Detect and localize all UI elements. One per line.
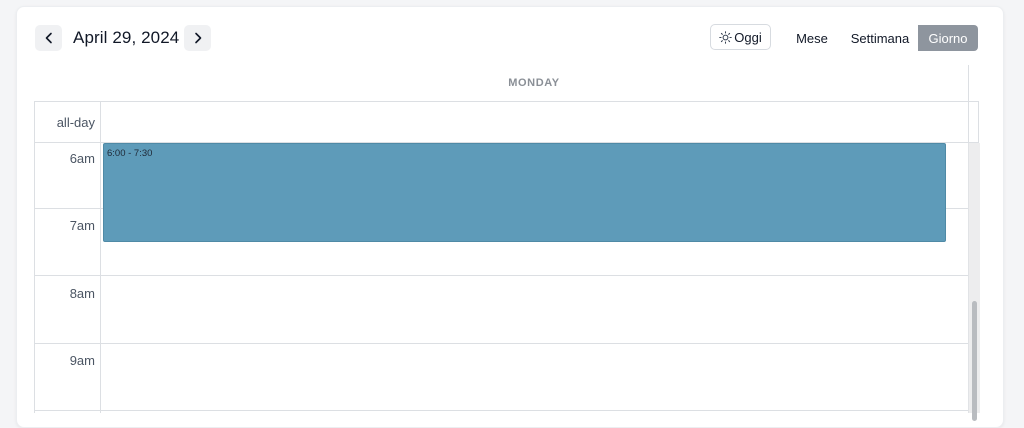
event-time: 6:00 - 7:30 (107, 148, 153, 159)
view-week-button[interactable]: Settimana (846, 25, 914, 51)
grid-line (100, 101, 101, 413)
chevron-right-icon (194, 32, 201, 44)
calendar-event[interactable]: 6:00 - 7:30 (103, 143, 946, 242)
hour-label-7am: 7am (69, 218, 95, 233)
current-date-title: April 29, 2024 (73, 28, 180, 47)
hour-label-9am: 9am (69, 353, 95, 368)
scrollbar[interactable] (968, 143, 980, 421)
next-button[interactable] (184, 25, 211, 51)
grid-line (34, 343, 968, 344)
all-day-label: all-day (56, 115, 95, 130)
grid-line (34, 275, 968, 276)
prev-button[interactable] (35, 25, 62, 51)
grid-line (978, 101, 979, 143)
view-day-button[interactable]: Giorno (918, 25, 978, 51)
today-label: Oggi (734, 29, 762, 45)
grid-line (34, 101, 979, 102)
hour-label-6am: 6am (69, 151, 95, 166)
day-column-header: MONDAY (508, 77, 560, 89)
chevron-left-icon (45, 32, 52, 44)
sun-icon (719, 30, 733, 44)
grid-line (34, 410, 968, 411)
view-month-button[interactable]: Mese (789, 25, 835, 51)
today-button[interactable]: Oggi (710, 24, 771, 50)
hour-label-8am: 8am (69, 286, 95, 301)
scrollbar-thumb[interactable] (972, 301, 977, 421)
